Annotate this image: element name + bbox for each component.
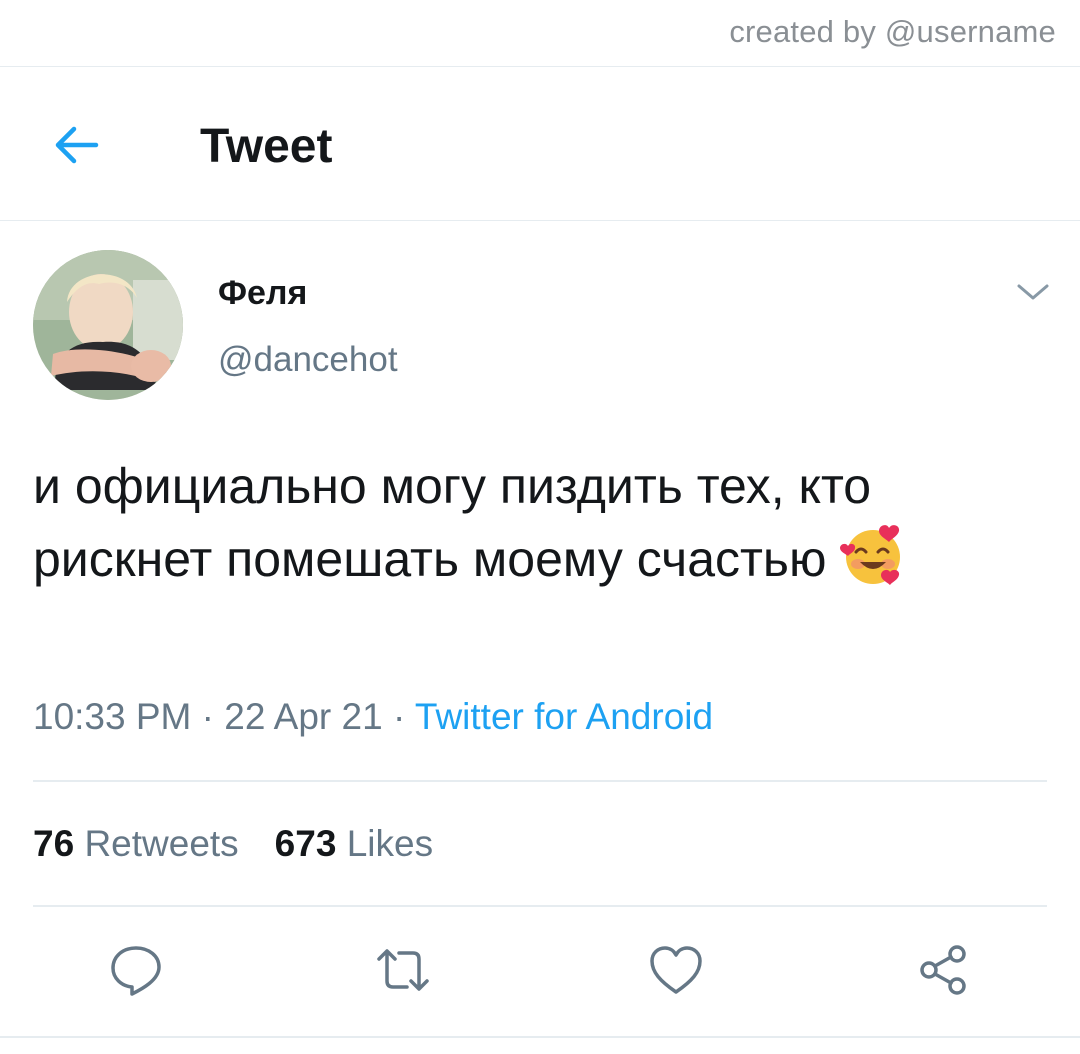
reply-icon bbox=[111, 946, 161, 996]
tweet-menu-button[interactable] bbox=[1012, 274, 1054, 310]
retweet-icon bbox=[377, 949, 429, 991]
meta-divider bbox=[33, 780, 1047, 782]
meta-separator: · bbox=[191, 696, 225, 737]
likes-stat[interactable]: 673 Likes bbox=[275, 823, 433, 864]
bottom-divider bbox=[0, 1036, 1080, 1038]
tweet-body: и официально могу пиздить тех, кто рискн… bbox=[33, 458, 872, 587]
tweet-source-link[interactable]: Twitter for Android bbox=[415, 696, 713, 737]
page-title: Tweet bbox=[200, 120, 333, 173]
profile-photo bbox=[33, 250, 183, 400]
arrow-left-icon bbox=[55, 126, 99, 164]
meta-separator: · bbox=[382, 696, 415, 737]
retweets-stat[interactable]: 76 Retweets bbox=[33, 823, 239, 864]
watermark: created by @username bbox=[729, 14, 1056, 49]
retweets-label: Retweets bbox=[84, 823, 239, 864]
header: Tweet bbox=[0, 67, 1080, 220]
back-button[interactable] bbox=[48, 119, 104, 171]
tweet-text: и официально могу пиздить тех, кто рискн… bbox=[33, 450, 1043, 607]
share-button[interactable] bbox=[908, 938, 978, 1002]
tweet-stats: 76 Retweets 673 Likes bbox=[33, 823, 433, 865]
author-handle[interactable]: @dancehot bbox=[218, 340, 398, 380]
retweets-count: 76 bbox=[33, 823, 75, 864]
author-display-name[interactable]: Феля bbox=[218, 274, 307, 313]
likes-label: Likes bbox=[346, 823, 434, 864]
tweet-time: 10:33 PM bbox=[33, 696, 192, 737]
retweet-button[interactable] bbox=[368, 938, 438, 1002]
share-icon bbox=[920, 945, 966, 995]
avatar[interactable] bbox=[33, 250, 183, 400]
chevron-down-icon bbox=[1017, 284, 1049, 300]
stats-divider bbox=[33, 905, 1047, 907]
smiling-face-with-hearts-emoji bbox=[840, 522, 906, 607]
like-icon bbox=[650, 946, 702, 994]
tweet-date: 22 Apr 21 bbox=[224, 696, 383, 737]
like-button[interactable] bbox=[641, 938, 711, 1002]
likes-count: 673 bbox=[274, 823, 337, 864]
tweet-meta: 10:33 PM · 22 Apr 21 · Twitter for Andro… bbox=[33, 696, 713, 738]
header-divider bbox=[0, 220, 1080, 221]
reply-button[interactable] bbox=[101, 938, 171, 1002]
